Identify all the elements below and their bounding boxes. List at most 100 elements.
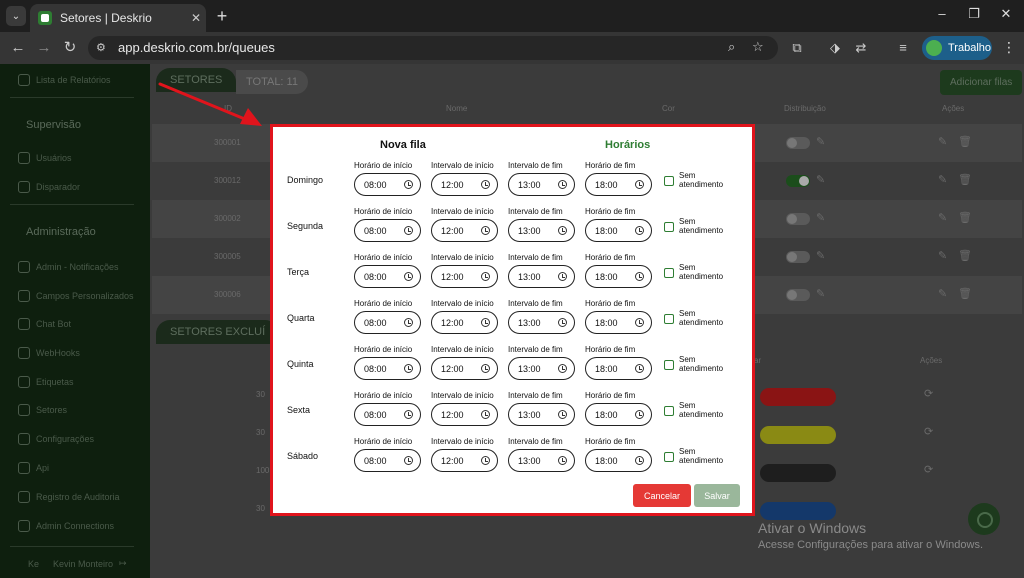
clock-icon[interactable] (404, 364, 413, 373)
distribution-toggle[interactable] (786, 175, 810, 187)
clock-icon[interactable] (635, 364, 644, 373)
break-start-time-input[interactable]: 12:00 (431, 357, 498, 380)
restore-icon[interactable]: ⟳ (924, 387, 933, 400)
sidebar-item-disparador[interactable]: Disparador (18, 181, 80, 193)
tab-close-icon[interactable]: ✕ (186, 11, 206, 25)
back-arrow-icon[interactable]: ← (8, 38, 28, 58)
clock-icon[interactable] (404, 318, 413, 327)
no-service-checkbox[interactable] (664, 452, 674, 462)
translate-icon[interactable]: ⇄ (852, 40, 870, 56)
restore-icon[interactable]: ⟳ (924, 463, 933, 476)
clock-icon[interactable] (481, 456, 490, 465)
sidebar-item-connections[interactable]: Admin Connections (18, 520, 114, 532)
break-start-time-input[interactable]: 12:00 (431, 219, 498, 242)
clock-icon[interactable] (404, 180, 413, 189)
reading-list-icon[interactable]: ≡ (894, 40, 912, 55)
browser-menu-icon[interactable]: ⋮ (1002, 39, 1016, 56)
save-button[interactable]: Salvar (694, 484, 740, 507)
bookmark-star-icon[interactable]: ☆ (752, 39, 764, 55)
address-bar[interactable]: ⚙ app.deskrio.com.br/queues ⌕ ☆ (88, 36, 778, 60)
clock-icon[interactable] (558, 410, 567, 419)
clock-icon[interactable] (635, 272, 644, 281)
pencil-icon[interactable]: ✎ (938, 249, 947, 262)
break-start-time-input[interactable]: 12:00 (431, 449, 498, 472)
start-time-input[interactable]: 08:00 (354, 311, 421, 334)
modal-tab-horarios[interactable]: Horários (605, 139, 650, 151)
pencil-icon[interactable]: ✎ (816, 135, 825, 148)
cancel-button[interactable]: Cancelar (633, 484, 691, 507)
sidebar-item-usuarios[interactable]: Usuários (18, 152, 72, 164)
sidebar-item-notificacoes[interactable]: Admin - Notificações (18, 261, 119, 273)
distribution-toggle[interactable] (786, 251, 810, 263)
end-time-input[interactable]: 18:00 (585, 311, 652, 334)
clock-icon[interactable] (558, 272, 567, 281)
end-time-input[interactable]: 18:00 (585, 403, 652, 426)
clock-icon[interactable] (635, 456, 644, 465)
end-time-input[interactable]: 18:00 (585, 265, 652, 288)
sidebar-item-auditoria[interactable]: Registro de Auditoria (18, 491, 120, 503)
pencil-icon[interactable]: ✎ (938, 173, 947, 186)
sidebar-item-api[interactable]: Api (18, 462, 49, 474)
no-service-checkbox[interactable] (664, 268, 674, 278)
end-time-input[interactable]: 18:00 (585, 173, 652, 196)
sidebar-item-campos[interactable]: Campos Personalizados (18, 290, 134, 302)
clock-icon[interactable] (558, 456, 567, 465)
sidebar-item-etiquetas[interactable]: Etiquetas (18, 376, 74, 388)
break-end-time-input[interactable]: 13:00 (508, 403, 575, 426)
clock-icon[interactable] (404, 456, 413, 465)
sidebar-item-webhooks[interactable]: WebHooks (18, 347, 80, 359)
pencil-icon[interactable]: ✎ (816, 249, 825, 262)
no-service-option[interactable]: Sem atendimento (664, 263, 733, 281)
clock-icon[interactable] (481, 364, 490, 373)
restore-icon[interactable]: ⟳ (924, 425, 933, 438)
distribution-toggle[interactable] (786, 289, 810, 301)
break-end-time-input[interactable]: 13:00 (508, 357, 575, 380)
reload-icon[interactable]: ↻ (60, 38, 80, 58)
forward-arrow-icon[interactable]: → (34, 38, 54, 58)
trash-icon[interactable]: 🗑 (958, 287, 972, 300)
clock-icon[interactable] (481, 226, 490, 235)
clock-icon[interactable] (635, 318, 644, 327)
clock-icon[interactable] (481, 410, 490, 419)
no-service-checkbox[interactable] (664, 222, 674, 232)
site-info-icon[interactable]: ⚙ (96, 41, 110, 55)
clock-icon[interactable] (481, 318, 490, 327)
start-time-input[interactable]: 08:00 (354, 449, 421, 472)
logout-icon[interactable]: ↦ (119, 558, 127, 569)
start-time-input[interactable]: 08:00 (354, 219, 421, 242)
break-start-time-input[interactable]: 12:00 (431, 403, 498, 426)
no-service-checkbox[interactable] (664, 176, 674, 186)
distribution-toggle[interactable] (786, 213, 810, 225)
trash-icon[interactable]: 🗑 (958, 211, 972, 224)
start-time-input[interactable]: 08:00 (354, 403, 421, 426)
clock-icon[interactable] (558, 226, 567, 235)
pencil-icon[interactable]: ✎ (816, 173, 825, 186)
clock-icon[interactable] (481, 180, 490, 189)
restore-icon[interactable]: ❐ (964, 6, 984, 22)
break-start-time-input[interactable]: 12:00 (431, 265, 498, 288)
zoom-icon[interactable]: ⌕ (728, 39, 735, 55)
no-service-option[interactable]: Sem atendimento (664, 309, 733, 327)
user-footer[interactable]: Ke Kevin Monteiro ↦ (28, 558, 127, 569)
distribution-toggle[interactable] (786, 137, 810, 149)
window-close-icon[interactable]: ✕ (996, 6, 1016, 22)
no-service-option[interactable]: Sem atendimento (664, 447, 733, 465)
no-service-option[interactable]: Sem atendimento (664, 401, 733, 419)
sidebar-item-setores[interactable]: Setores (18, 404, 67, 416)
end-time-input[interactable]: 18:00 (585, 449, 652, 472)
sidebar-item-chatbot[interactable]: Chat Bot (18, 318, 71, 330)
new-tab-button[interactable]: + (212, 6, 232, 26)
clock-icon[interactable] (404, 226, 413, 235)
no-service-checkbox[interactable] (664, 406, 674, 416)
minimize-icon[interactable]: – (932, 6, 952, 21)
clock-icon[interactable] (558, 318, 567, 327)
no-service-checkbox[interactable] (664, 314, 674, 324)
end-time-input[interactable]: 18:00 (585, 219, 652, 242)
break-end-time-input[interactable]: 13:00 (508, 173, 575, 196)
no-service-option[interactable]: Sem atendimento (664, 355, 733, 373)
break-start-time-input[interactable]: 12:00 (431, 311, 498, 334)
pencil-icon[interactable]: ✎ (816, 211, 825, 224)
clock-icon[interactable] (481, 272, 490, 281)
chat-bubble-icon[interactable] (968, 503, 1000, 535)
break-end-time-input[interactable]: 13:00 (508, 449, 575, 472)
